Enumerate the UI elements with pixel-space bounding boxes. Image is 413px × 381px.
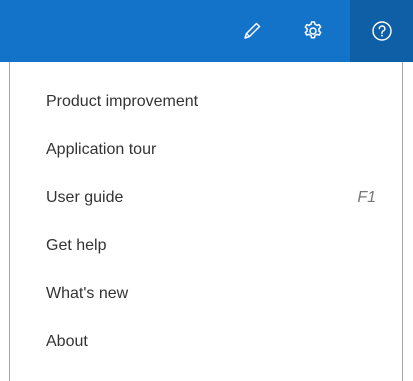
menu-item-whats-new[interactable]: What's new — [10, 274, 402, 314]
gear-icon — [304, 21, 322, 39]
keyboard-shortcut: F1 — [357, 189, 376, 206]
menu-item-application-tour[interactable]: Application tour — [10, 130, 402, 170]
help-button[interactable] — [350, 0, 413, 62]
top-toolbar — [0, 0, 413, 62]
menu-item-get-help[interactable]: Get help — [10, 226, 402, 266]
menu-item-user-guide[interactable]: User guide F1 — [10, 178, 402, 218]
menu-item-label: User guide — [46, 189, 124, 206]
pencil-icon — [244, 22, 261, 39]
menu-item-product-improvement[interactable]: Product improvement — [10, 82, 402, 122]
menu-item-about[interactable]: About — [10, 322, 402, 362]
menu-item-label: Product improvement — [46, 93, 199, 110]
menu-item-label: About — [46, 333, 88, 350]
menu-item-label: Get help — [46, 237, 107, 254]
menu-item-label: What's new — [46, 285, 129, 302]
edit-button[interactable] — [222, 0, 282, 62]
help-icon — [371, 21, 392, 41]
menu-item-label: Application tour — [46, 141, 157, 158]
help-menu: Product improvement Application tour Use… — [9, 62, 403, 381]
settings-button[interactable] — [283, 0, 343, 62]
